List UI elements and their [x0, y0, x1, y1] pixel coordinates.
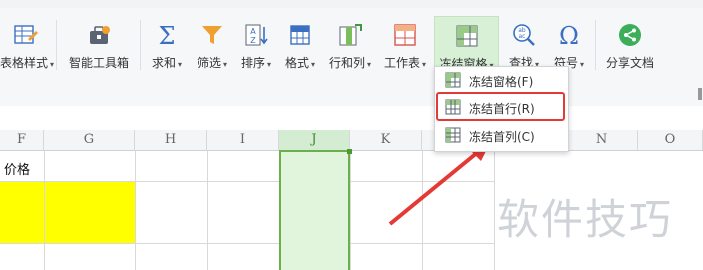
caret-down-icon: ▾	[367, 60, 372, 69]
table-style-icon	[14, 25, 38, 44]
worksheet-label: 工作表	[383, 56, 420, 70]
menu-item-label: 冻结首列(C)	[469, 130, 535, 144]
caret-down-icon: ▾	[580, 60, 585, 69]
sum-label: 求和	[151, 56, 176, 70]
sort-button[interactable]: A Z 排序 ▾	[236, 16, 276, 74]
col-divider	[135, 150, 136, 270]
funnel-icon	[202, 26, 222, 44]
col-divider	[350, 150, 351, 270]
ribbon-scroll-marker	[698, 88, 702, 100]
table-style-label: 表格样式	[0, 56, 49, 70]
divider	[56, 20, 57, 70]
smart-toolbox-label: 智能工具箱	[68, 56, 129, 70]
omega-icon: Ω	[559, 22, 579, 48]
worksheet-icon	[394, 24, 416, 46]
caret-down-icon: ▾	[311, 60, 316, 69]
toolbox-icon	[90, 26, 110, 44]
fill-handle[interactable]	[347, 149, 352, 154]
svg-text:ac: ac	[519, 33, 526, 40]
cell-f1-price[interactable]: 价格	[4, 159, 30, 178]
share-doc-button[interactable]: 分享文档	[600, 16, 660, 74]
format-label: 格式	[284, 56, 309, 70]
menu-item-freeze-panes[interactable]: 冻结窗格(F)	[435, 69, 568, 91]
row-column-icon	[339, 24, 362, 46]
freeze-first-column-icon	[445, 127, 461, 143]
column-header-i[interactable]: I	[207, 130, 279, 150]
find-magnifier-icon: ab ac	[513, 24, 535, 46]
worksheet-button[interactable]: 工作表 ▾	[380, 16, 430, 74]
divider	[595, 20, 596, 70]
yellow-cell-f[interactable]	[0, 181, 44, 243]
cell-grid[interactable]: 价格	[0, 150, 495, 270]
col-divider	[494, 150, 495, 270]
caret-down-icon: ▾	[422, 60, 427, 69]
table-style-button[interactable]: 表格样式 ▾	[0, 16, 54, 74]
svg-text:Z: Z	[250, 36, 256, 45]
row-column-label: 行和列	[328, 56, 365, 70]
column-header-g[interactable]: G	[44, 130, 135, 150]
share-doc-label: 分享文档	[605, 56, 654, 70]
watermark-text: 软件技巧	[497, 195, 674, 244]
share-icon	[619, 24, 641, 46]
column-header-f[interactable]: F	[0, 130, 44, 150]
row-column-button[interactable]: 行和列 ▾	[324, 16, 376, 74]
menu-item-label: 冻结窗格(F)	[469, 75, 534, 89]
format-button[interactable]: 格式 ▾	[280, 16, 320, 74]
column-header-j[interactable]: J	[279, 130, 350, 150]
column-header-h[interactable]: H	[135, 130, 207, 150]
row-divider	[0, 243, 495, 244]
highlight-box	[436, 92, 565, 121]
freeze-panes-icon	[456, 25, 477, 47]
formula-bar-area	[0, 106, 703, 131]
yellow-cell-g[interactable]	[45, 181, 135, 243]
caret-down-icon: ▾	[50, 60, 55, 69]
svg-text:Σ: Σ	[159, 22, 176, 48]
format-grid-icon	[290, 25, 310, 45]
column-header-row: F G H I J K L M N O	[0, 130, 703, 151]
svg-text:Ω: Ω	[559, 22, 579, 48]
divider	[140, 20, 141, 70]
filter-button[interactable]: 筛选 ▾	[192, 16, 232, 74]
caret-down-icon: ▾	[267, 60, 272, 69]
col-divider	[422, 150, 423, 270]
column-header-o[interactable]: O	[638, 130, 703, 150]
sort-az-icon: A Z	[245, 24, 268, 46]
selected-column-j[interactable]	[279, 150, 350, 270]
freeze-panes-menu-icon	[445, 72, 461, 88]
caret-down-icon: ▾	[178, 60, 183, 69]
svg-text:A: A	[250, 27, 256, 36]
filter-label: 筛选	[196, 56, 221, 70]
smart-toolbox-button[interactable]: 智能工具箱	[64, 16, 134, 74]
menu-item-freeze-first-column[interactable]: 冻结首列(C)	[435, 124, 568, 146]
sum-button[interactable]: Σ 求和 ▾	[148, 16, 186, 74]
row-divider	[0, 181, 495, 182]
column-header-n[interactable]: N	[566, 130, 638, 150]
sigma-icon: Σ	[159, 22, 176, 48]
col-divider	[44, 150, 45, 270]
column-header-k[interactable]: K	[350, 130, 422, 150]
col-divider	[207, 150, 208, 270]
caret-down-icon: ▾	[223, 60, 228, 69]
sort-label: 排序	[240, 56, 265, 70]
ribbon-toolbar: 表格样式 ▾ 智能工具箱 Σ 求和 ▾ 筛选 ▾ A Z 排序 ▾ 格式 ▾ 行…	[0, 8, 703, 106]
